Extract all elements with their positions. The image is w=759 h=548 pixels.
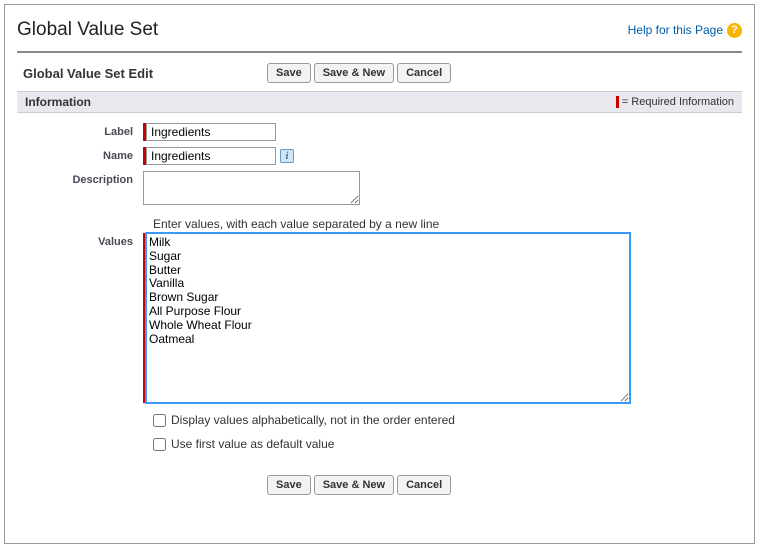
- save-new-button-top[interactable]: Save & New: [314, 63, 394, 83]
- cancel-button-bottom[interactable]: Cancel: [397, 475, 451, 495]
- label-field-label: Label: [25, 123, 143, 138]
- help-link[interactable]: Help for this Page ?: [628, 23, 742, 38]
- save-new-button-bottom[interactable]: Save & New: [314, 475, 394, 495]
- required-bar-icon: [616, 96, 619, 108]
- help-link-text: Help for this Page: [628, 23, 723, 37]
- default-value-checkbox[interactable]: [153, 438, 166, 451]
- section-title: Information: [25, 95, 91, 109]
- page-title: Global Value Set: [17, 19, 158, 41]
- values-textarea[interactable]: [146, 233, 630, 403]
- save-button-top[interactable]: Save: [267, 63, 311, 83]
- name-input[interactable]: [146, 147, 276, 165]
- values-field-label: Values: [25, 233, 143, 248]
- alphabetical-checkbox-label: Display values alphabetically, not in th…: [171, 413, 455, 427]
- cancel-button-top[interactable]: Cancel: [397, 63, 451, 83]
- values-help-text: Enter values, with each value separated …: [153, 217, 734, 231]
- edit-heading: Global Value Set Edit: [23, 66, 267, 81]
- required-legend: = Required Information: [616, 96, 734, 108]
- alphabetical-checkbox[interactable]: [153, 414, 166, 427]
- save-button-bottom[interactable]: Save: [267, 475, 311, 495]
- name-field-label: Name: [25, 147, 143, 162]
- default-value-checkbox-label: Use first value as default value: [171, 437, 334, 451]
- label-input[interactable]: [146, 123, 276, 141]
- help-icon: ?: [727, 23, 742, 38]
- info-icon[interactable]: i: [280, 149, 294, 163]
- description-textarea[interactable]: [143, 171, 360, 205]
- description-field-label: Description: [25, 171, 143, 186]
- required-legend-text: = Required Information: [622, 96, 734, 108]
